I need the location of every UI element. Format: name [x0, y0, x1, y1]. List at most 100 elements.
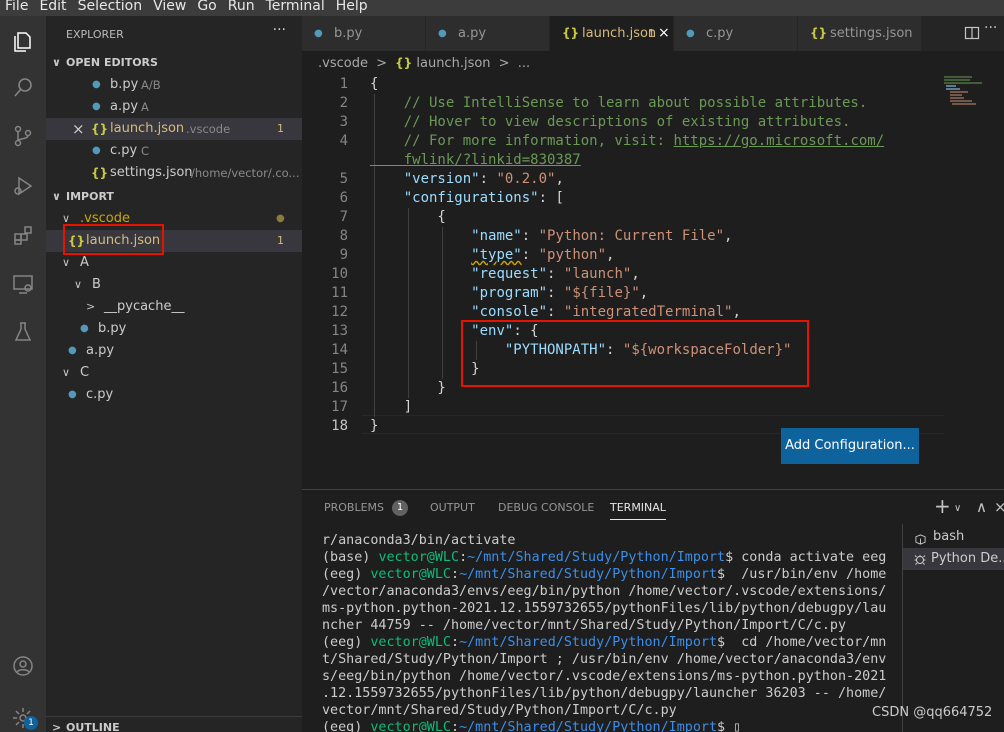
tab-c-py[interactable]: ● c.py [674, 16, 798, 51]
breadcrumb: .vscode > {} launch.json > ... [302, 51, 1004, 75]
open-editor-label: settings.json [110, 165, 193, 180]
tab-problems[interactable]: PROBLEMS [324, 500, 384, 520]
open-editor-item[interactable]: ● b.py A/B [46, 74, 302, 96]
open-editors-header[interactable]: ∨ OPEN EDITORS [46, 52, 302, 74]
chevron-down-icon: ∨ [62, 256, 71, 269]
explorer-more-icon[interactable]: ··· [273, 22, 286, 38]
tree-item[interactable]: ∨ C [46, 362, 302, 384]
breadcrumb-symbol[interactable]: ... [518, 56, 530, 71]
source-control-icon[interactable] [0, 114, 46, 158]
menu-item-view[interactable]: View [148, 0, 192, 14]
folder-header-import[interactable]: ∨ IMPORT [46, 186, 302, 208]
tree-item[interactable]: ● a.py [46, 340, 302, 362]
code-line: "program": "${file}", [471, 285, 649, 301]
file-label: b.py [98, 321, 127, 336]
open-editor-description: A/B [141, 78, 161, 92]
terminal-item-python-debug[interactable]: Python De... [903, 548, 1004, 570]
python-file-icon: ● [80, 323, 89, 334]
close-icon[interactable]: × [658, 16, 670, 51]
tree-item[interactable]: ∨ A [46, 252, 302, 274]
menu-item-go[interactable]: Go [192, 0, 222, 14]
add-configuration-button[interactable]: Add Configuration... [781, 428, 919, 464]
outline-header[interactable]: > OUTLINE [46, 716, 302, 732]
terminal-line: vector/mnt/Shared/Study/Python/Import/C/… [322, 703, 677, 718]
open-editor-item[interactable]: × {} launch.json .vscode 1 [46, 118, 302, 140]
terminal-line: s/eeg/bin/python /home/vector/.vscode/ex… [322, 669, 887, 684]
split-editor-icon[interactable] [964, 25, 980, 41]
line-number: 17 [331, 399, 348, 415]
chevron-down-icon: ∨ [74, 278, 83, 291]
json-file-icon: {} [562, 26, 580, 40]
line-number: 3 [339, 114, 348, 130]
activity-bar: 1 [0, 16, 46, 732]
file-label: c.py [86, 387, 114, 402]
minimap[interactable] [942, 75, 1004, 115]
maximize-panel-icon[interactable]: ∧ [976, 498, 987, 516]
docs-link[interactable]: https://go.microsoft.com/ [673, 133, 884, 149]
code-line: { [370, 76, 379, 92]
menu-item-help[interactable]: Help [331, 0, 374, 14]
open-editor-label: a.py [110, 99, 139, 114]
menu-item-file[interactable]: File [0, 0, 34, 14]
terminal-line: r/anaconda3/bin/activate [322, 533, 516, 548]
line-number: 14 [331, 342, 348, 358]
tabs-more-icon[interactable]: ··· [984, 20, 997, 36]
breadcrumb-folder[interactable]: .vscode [318, 56, 368, 71]
chevron-right-icon: > [86, 300, 96, 313]
remote-explorer-icon[interactable] [0, 262, 46, 306]
open-editor-item[interactable]: {} settings.json/home/vector/.co... [46, 162, 302, 184]
breadcrumb-separator: > [376, 56, 387, 71]
run-debug-icon[interactable] [0, 164, 46, 208]
new-terminal-button[interactable]: + [934, 494, 951, 518]
tab-label: c.py [706, 26, 734, 41]
line-number: 18 [331, 418, 348, 434]
menu-item-terminal[interactable]: Terminal [261, 0, 331, 14]
breadcrumb-separator: > [498, 56, 510, 71]
tab-terminal[interactable]: TERMINAL [610, 500, 666, 520]
tab-debug-console[interactable]: DEBUG CONSOLE [498, 500, 594, 520]
highlight-env-block [461, 320, 809, 387]
extensions-icon[interactable] [0, 214, 46, 258]
manage-gear-icon[interactable] [0, 696, 46, 732]
terminal-output[interactable]: r/anaconda3/bin/activate (base) vector@WL… [322, 532, 892, 732]
account-icon[interactable] [0, 644, 46, 688]
code-editor[interactable]: 1 2 3 4 5 6 7 8 9 10 11 12 13 14 15 16 17 18 { // Use Int… [302, 75, 1004, 489]
open-editor-item[interactable]: ● a.py A [46, 96, 302, 118]
tab-output[interactable]: OUTPUT [430, 500, 475, 520]
problem-count: 1 [277, 234, 284, 247]
terminal-line: ncher 44759 -- /home/vector/mnt/Shared/S… [322, 618, 847, 633]
bottom-panel: PROBLEMS 1 OUTPUT DEBUG CONSOLE TERMINAL… [302, 489, 1004, 732]
line-number: 8 [339, 228, 348, 244]
tab-a-py[interactable]: ● a.py [426, 16, 550, 51]
terminal-line: .12.1559732655/pythonFiles/lib/python/de… [322, 686, 887, 701]
tab-b-py[interactable]: ● b.py [302, 16, 426, 51]
tree-item[interactable]: ∨ B [46, 274, 302, 296]
menu-item-run[interactable]: Run [223, 0, 261, 14]
menu-item-selection[interactable]: Selection [73, 0, 149, 14]
search-icon[interactable] [0, 66, 46, 110]
open-editor-item[interactable]: ● c.py C [46, 140, 302, 162]
tab-settings-json[interactable]: {} settings.json [798, 16, 922, 51]
explorer-icon[interactable] [0, 20, 46, 64]
close-icon[interactable]: × [72, 118, 85, 140]
tree-item[interactable]: > __pycache__ [46, 296, 302, 318]
tree-item[interactable]: ● b.py [46, 318, 302, 340]
tree-item[interactable]: ● c.py [46, 384, 302, 406]
terminal-line: (eeg) vector@WLC:~/mnt/Shared/Study/Pyth… [322, 720, 742, 732]
folder-label: C [80, 365, 90, 380]
close-panel-icon[interactable]: × [994, 498, 1004, 516]
open-editor-description: /home/vector/.co... [191, 166, 300, 180]
python-file-icon: ● [92, 101, 101, 112]
terminal-dropdown-icon[interactable]: ∨ [954, 503, 961, 514]
json-file-icon: {} [91, 122, 109, 136]
open-editor-label: b.py [110, 77, 139, 92]
menu-item-edit[interactable]: Edit [34, 0, 72, 14]
tab-launch-json[interactable]: {} launch.json 1 × [550, 16, 674, 51]
python-file-icon: ● [314, 28, 323, 39]
tab-problem-count: 1 [648, 27, 655, 40]
terminal-item-bash[interactable]: bash [903, 526, 1004, 548]
breadcrumb-file[interactable]: launch.json [416, 56, 490, 71]
testing-icon[interactable] [0, 310, 46, 354]
manage-badge: 1 [24, 716, 38, 730]
terminal-line: t/Shared/Study/Python/Import ; /usr/bin/… [322, 652, 887, 667]
